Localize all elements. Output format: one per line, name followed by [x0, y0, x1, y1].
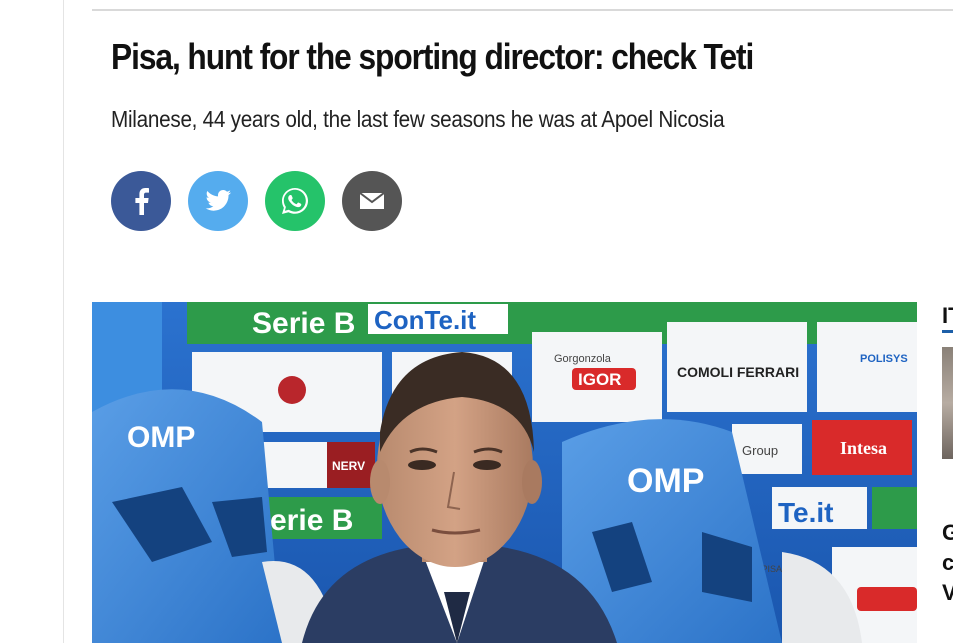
share-whatsapp-button[interactable] — [265, 171, 325, 231]
press-conference-image: Serie B ConTe.it Gorgonzola IGOR COMOLI … — [92, 302, 917, 643]
left-chair-logo: OMP — [127, 421, 195, 454]
backdrop-sponsor-igor: IGOR — [578, 370, 621, 389]
sidebar-line: V — [942, 580, 953, 605]
backdrop-sponsor-comoli: COMOLI FERRARI — [677, 364, 799, 380]
backdrop-conte-top: ConTe.it — [374, 305, 476, 335]
backdrop-sponsor-polisys: POLISYS — [860, 353, 908, 365]
twitter-icon — [205, 190, 231, 211]
whatsapp-icon — [282, 188, 308, 214]
facebook-icon — [135, 188, 149, 215]
article-photo: Serie B ConTe.it Gorgonzola IGOR COMOLI … — [92, 302, 917, 643]
email-icon — [359, 192, 385, 209]
share-email-button[interactable] — [342, 171, 402, 231]
sidebar-heading-underline — [942, 330, 953, 333]
sidebar-thumbnail[interactable] — [942, 347, 953, 459]
backdrop-serie-b-top: Serie B — [252, 307, 355, 340]
article-title: Pisa, hunt for the sporting director: ch… — [111, 36, 754, 77]
share-twitter-button[interactable] — [188, 171, 248, 231]
share-facebook-button[interactable] — [111, 171, 171, 231]
sidebar-heading: IT — [942, 303, 953, 328]
sidebar-line: G — [942, 520, 953, 545]
top-divider — [92, 9, 953, 11]
backdrop-sponsor-nerv: NERV — [332, 459, 365, 473]
sidebar-article-title[interactable]: G c V — [942, 518, 953, 608]
backdrop-serie-b-mid: erie B — [270, 504, 353, 537]
backdrop-conte-mid: Te.it — [778, 497, 833, 528]
right-chair-logo: OMP — [627, 462, 704, 500]
left-border — [63, 0, 64, 643]
backdrop-sponsor-intesa: Intesa — [840, 438, 887, 458]
backdrop-sponsor-gorgonzola: Gorgonzola — [554, 353, 612, 365]
article-subtitle: Milanese, 44 years old, the last few sea… — [111, 106, 725, 132]
backdrop-sponsor-group: Group — [742, 443, 778, 458]
sidebar-line: c — [942, 550, 953, 575]
